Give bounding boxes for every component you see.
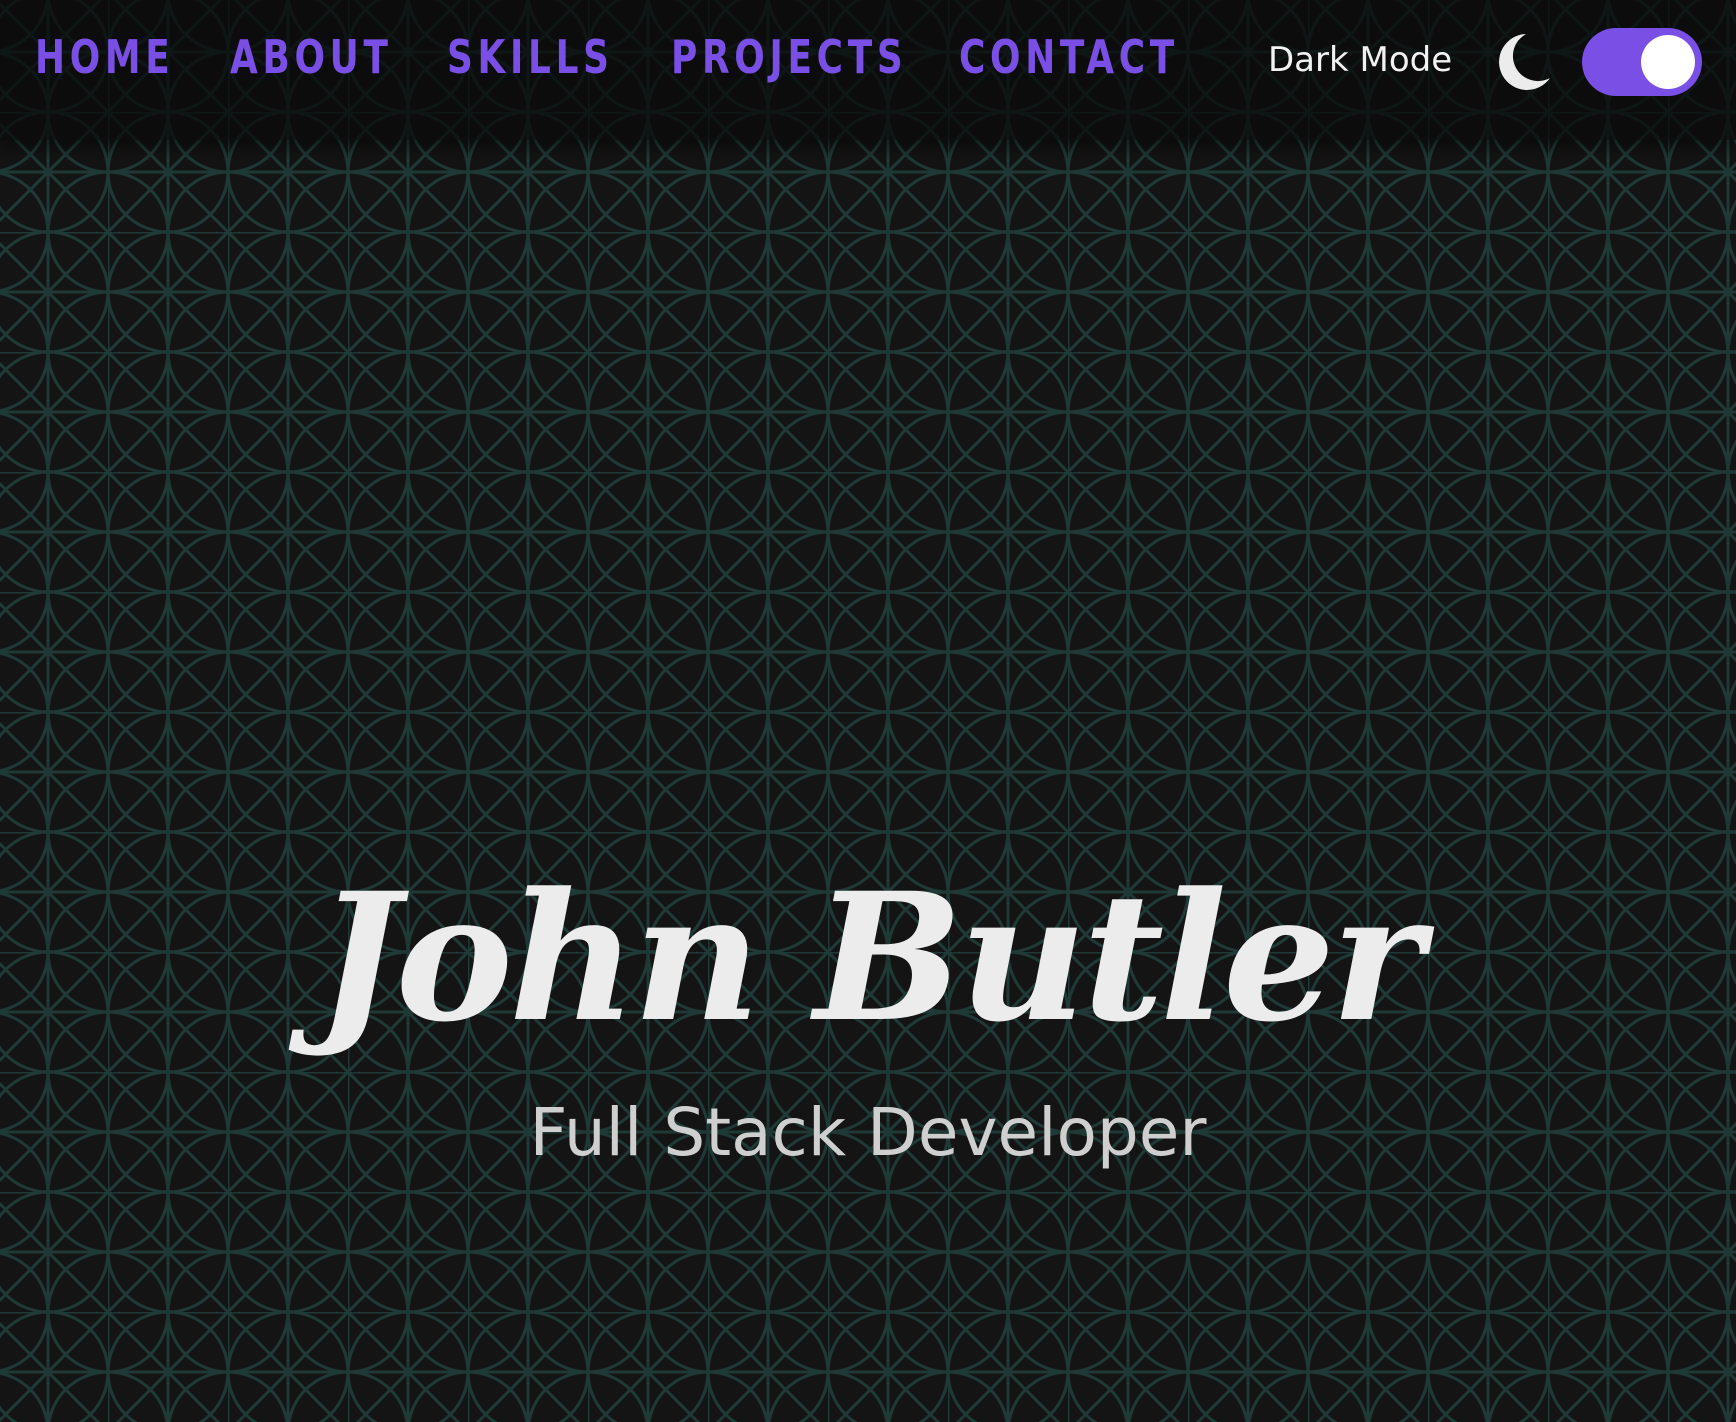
hero-subtitle: Full Stack Developer [529, 1094, 1207, 1171]
top-navbar: HOME ABOUT SKILLS PROJECTS CONTACT Dark … [0, 0, 1736, 140]
nav-link-about[interactable]: ABOUT [230, 30, 393, 84]
dark-mode-label: Dark Mode [1268, 40, 1453, 80]
nav-link-skills[interactable]: SKILLS [447, 30, 614, 84]
nav-link-contact[interactable]: CONTACT [959, 30, 1179, 84]
moon-icon [1499, 34, 1550, 90]
nav-link-home[interactable]: HOME [35, 30, 174, 84]
background-pattern [0, 0, 1736, 1422]
nav-link-projects[interactable]: PROJECTS [671, 30, 907, 84]
hero-name: John Butler [316, 853, 1423, 1061]
dark-mode-toggle[interactable] [1582, 28, 1702, 96]
toggle-knob [1641, 35, 1695, 89]
page: HOME ABOUT SKILLS PROJECTS CONTACT Dark … [0, 0, 1736, 1422]
